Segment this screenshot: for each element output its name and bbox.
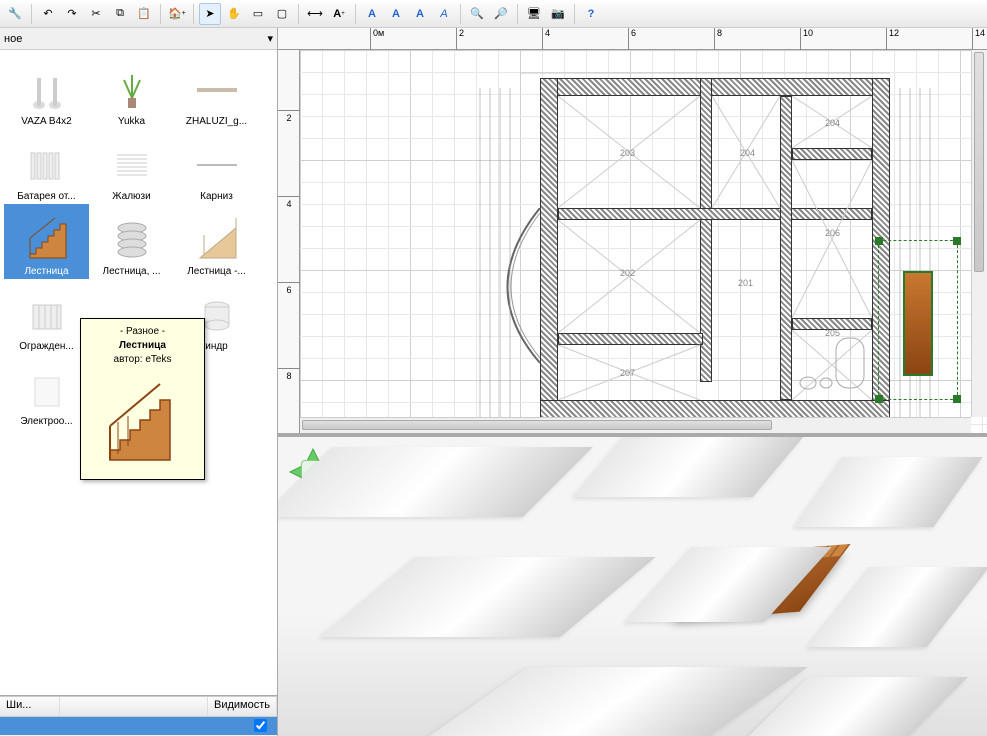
furniture-item-radiator[interactable]: Батарея от... xyxy=(4,129,89,204)
text-style2-icon[interactable]: A xyxy=(385,3,407,25)
room-icon[interactable]: ▢ xyxy=(271,3,293,25)
zoom-in-icon[interactable]: 🔎 xyxy=(490,3,512,25)
category-dropdown[interactable]: ное ▾ xyxy=(0,28,277,50)
cursor-icon[interactable]: ➤ xyxy=(199,3,221,25)
cut-icon[interactable]: ✂ xyxy=(85,3,107,25)
preview-3d-icon[interactable]: 🖥 xyxy=(523,3,545,25)
text-style1-icon[interactable]: A xyxy=(361,3,383,25)
furniture-item-stairs2[interactable]: Лестница -... xyxy=(174,204,259,279)
room-204: 204 xyxy=(825,118,840,128)
text-icon[interactable]: A+ xyxy=(328,3,350,25)
main-toolbar: 🔧 ↶ ↷ ✂ ⧉ 📋 🏠+ ➤ ✋ ▭ ▢ ⟷ A+ A A A A 🔍 🔎 … xyxy=(0,0,987,28)
category-label: ное xyxy=(4,33,22,45)
tooltip-preview-icon xyxy=(93,373,193,473)
bathroom-fixtures xyxy=(798,333,868,398)
wall-icon[interactable]: ▭ xyxy=(247,3,269,25)
tooltip-category: - Разное - xyxy=(87,325,198,339)
ruler-vertical: 2 4 6 8 10 xyxy=(278,50,300,433)
furniture-sidebar: ное ▾ VAZA B4x2 Yukka ZHALUZI_g... Батар… xyxy=(0,28,278,736)
text-bold-icon[interactable]: A xyxy=(409,3,431,25)
undo-icon[interactable]: ↶ xyxy=(37,3,59,25)
table-col-visibility[interactable]: Видимость xyxy=(208,697,277,716)
furniture-item-panel[interactable]: Электроо... xyxy=(4,354,89,429)
floorplan: 203 204 204 202 201 206 205 207 xyxy=(480,78,900,436)
view-3d[interactable] xyxy=(278,436,987,736)
ruler-horizontal: 0м 2 4 6 8 10 12 14 xyxy=(278,28,987,50)
table-col-width[interactable]: Ши... xyxy=(0,697,60,716)
furniture-item-zhaluzi[interactable]: ZHALUZI_g... xyxy=(174,54,259,129)
furniture-item-vaza[interactable]: VAZA B4x2 xyxy=(4,54,89,129)
furniture-table: Ши... Видимость xyxy=(0,696,277,736)
plan-view[interactable]: 🔒 0м 2 4 6 8 10 12 14 2 4 6 8 10 documen… xyxy=(278,28,987,436)
hand-icon[interactable]: ✋ xyxy=(223,3,245,25)
furniture-item-yukka[interactable]: Yukka xyxy=(89,54,174,129)
copy-icon[interactable]: ⧉ xyxy=(109,3,131,25)
tooltip-name: Лестница xyxy=(87,339,198,353)
table-row[interactable] xyxy=(0,717,277,735)
tool-wrench-icon[interactable]: 🔧 xyxy=(4,3,26,25)
paste-icon[interactable]: 📋 xyxy=(133,3,155,25)
redo-icon[interactable]: ↷ xyxy=(61,3,83,25)
zoom-out-icon[interactable]: 🔍 xyxy=(466,3,488,25)
visibility-checkbox[interactable] xyxy=(254,719,267,732)
furniture-item-spiral-stairs[interactable]: Лестница, ... xyxy=(89,204,174,279)
plan-scrollbar-v[interactable] xyxy=(971,50,987,417)
help-icon[interactable]: ? xyxy=(580,3,602,25)
add-furniture-icon[interactable]: 🏠+ xyxy=(166,3,188,25)
plan-canvas[interactable]: document.write(Array.from({length:40},(_… xyxy=(300,50,987,433)
furniture-item-blinds[interactable]: Жалюзи xyxy=(89,129,174,204)
camera-icon[interactable]: 📷 xyxy=(547,3,569,25)
plan-scrollbar-h[interactable] xyxy=(300,417,971,433)
walls-3d xyxy=(278,437,987,736)
furniture-item-stairs[interactable]: Лестница xyxy=(4,204,89,279)
table-col-spacer xyxy=(60,697,208,716)
stairs-object[interactable] xyxy=(903,271,933,376)
furniture-item-cornice[interactable]: Карниз xyxy=(174,129,259,204)
furniture-item-fence[interactable]: Огражден... xyxy=(4,279,89,354)
furniture-tooltip: - Разное - Лестница автор: eTeks xyxy=(80,318,205,480)
text-italic-icon[interactable]: A xyxy=(433,3,455,25)
dimension-icon[interactable]: ⟷ xyxy=(304,3,326,25)
